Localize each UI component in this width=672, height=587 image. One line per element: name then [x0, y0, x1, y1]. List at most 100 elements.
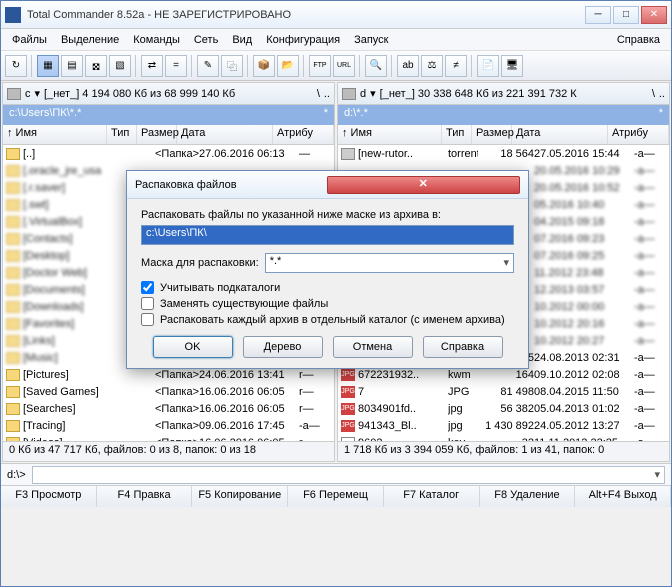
dialog-chk-overwrite[interactable]: Заменять существующие файлы — [141, 297, 514, 310]
col-ext[interactable]: Тип — [107, 125, 137, 144]
col-size[interactable]: Размер — [472, 125, 512, 144]
search-icon[interactable]: 🔍 — [365, 55, 387, 77]
col-name[interactable]: ↑ Имя — [338, 125, 442, 144]
notepad-icon[interactable]: 📄 — [477, 55, 499, 77]
file-row[interactable]: JPG7JPG81 49808.04.2015 11:50-a— — [338, 383, 669, 400]
col-name[interactable]: ↑ Имя — [3, 125, 107, 144]
diff-icon[interactable]: ≠ — [445, 55, 467, 77]
dialog-tree-button[interactable]: Дерево — [243, 336, 323, 358]
menu-commands[interactable]: Команды — [126, 32, 187, 48]
folder-icon — [6, 386, 20, 398]
multirename-icon[interactable]: ab — [397, 55, 419, 77]
close-button[interactable]: ✕ — [641, 6, 667, 24]
menu-launch[interactable]: Запуск — [347, 32, 395, 48]
right-path-right: * — [659, 107, 663, 123]
root-button[interactable]: \ — [652, 88, 655, 100]
cmd-input[interactable] — [32, 466, 665, 484]
file-row[interactable]: JPG8034901fd..jpg56 38205.04.2013 01:02-… — [338, 400, 669, 417]
window-title: Total Commander 8.52a - НЕ ЗАРЕГИСТРИРОВ… — [27, 9, 583, 21]
menu-view[interactable]: Вид — [225, 32, 259, 48]
menu-net[interactable]: Сеть — [187, 32, 225, 48]
file-row[interactable]: 9602key3211.11.2012 22:25-a— — [338, 434, 669, 441]
folder-icon — [6, 148, 20, 160]
view-full-icon[interactable]: ▤ — [61, 55, 83, 77]
dialog-help-button[interactable]: Справка — [423, 336, 503, 358]
view-thumb-icon[interactable]: ▧ — [109, 55, 131, 77]
copy-icon[interactable]: ⿻ — [221, 55, 243, 77]
file-row[interactable]: JPG941343_Bl..jpg1 430 89224.05.2012 13:… — [338, 417, 669, 434]
f8-delete[interactable]: F8 Удаление — [480, 486, 576, 507]
up-button[interactable]: .. — [324, 88, 330, 100]
left-status: 0 Кб из 47 717 Кб, файлов: 0 из 8, папок… — [3, 441, 334, 461]
root-button[interactable]: \ — [317, 88, 320, 100]
col-ext[interactable]: Тип — [442, 125, 472, 144]
left-drivebar[interactable]: c▾ [_нет_] 4 194 080 Кб из 68 999 140 Кб… — [3, 83, 334, 105]
file-row[interactable]: [Saved Games]<Папка>16.06.2016 06:05r— — [3, 383, 334, 400]
file-row[interactable]: [Tracing]<Папка>09.06.2016 17:45-a— — [3, 417, 334, 434]
equal-panels-icon[interactable]: = — [165, 55, 187, 77]
dialog-close-button[interactable]: ✕ — [327, 176, 521, 194]
f5-copy[interactable]: F5 Копирование — [192, 486, 288, 507]
menu-files[interactable]: Файлы — [5, 32, 54, 48]
col-attr[interactable]: Атрибу — [608, 125, 669, 144]
folder-icon — [6, 369, 20, 381]
folder-icon — [6, 420, 20, 432]
left-column-header[interactable]: ↑ Имя Тип Размер Дата Атрибу — [3, 125, 334, 145]
menu-selection[interactable]: Выделение — [54, 32, 126, 48]
up-button[interactable]: .. — [659, 88, 665, 100]
col-size[interactable]: Размер — [137, 125, 177, 144]
sync-icon[interactable]: ⚖ — [421, 55, 443, 77]
pack-icon[interactable]: 📦 — [253, 55, 275, 77]
app-icon — [5, 7, 21, 23]
dialog-mask-combo[interactable]: *.* — [265, 253, 514, 273]
maximize-button[interactable]: □ — [613, 6, 639, 24]
menu-config[interactable]: Конфигурация — [259, 32, 347, 48]
refresh-icon[interactable]: ↻ — [5, 55, 27, 77]
dialog-titlebar[interactable]: Распаковка файлов ✕ — [127, 171, 528, 199]
right-pathbar[interactable]: d:\*.* * — [338, 105, 669, 125]
file-row[interactable]: [Videos]<Папка>16.06.2016 06:05r— — [3, 434, 334, 441]
f7-mkdir[interactable]: F7 Каталог — [384, 486, 480, 507]
left-drive-letter[interactable]: c — [25, 88, 31, 100]
file-row[interactable]: [..]<Папка>27.06.2016 06:13— — [3, 145, 334, 162]
url-icon[interactable]: URL — [333, 55, 355, 77]
control-panel-icon[interactable]: 🖥 — [501, 55, 523, 77]
jpg-icon: JPG — [341, 420, 355, 432]
minimize-button[interactable]: ─ — [585, 6, 611, 24]
col-attr[interactable]: Атрибу — [273, 125, 334, 144]
unpack-icon[interactable]: 📂 — [277, 55, 299, 77]
titlebar: Total Commander 8.52a - НЕ ЗАРЕГИСТРИРОВ… — [1, 1, 671, 29]
view-tree-icon[interactable]: 𖣯 — [85, 55, 107, 77]
left-pathbar[interactable]: c:\Users\ПК\*.* * — [3, 105, 334, 125]
right-drive-letter[interactable]: d — [360, 88, 366, 100]
dialog-chk-subdirs[interactable]: Учитывать подкаталоги — [141, 281, 514, 294]
f6-move[interactable]: F6 Перемещ — [288, 486, 384, 507]
f3-view[interactable]: F3 Просмотр — [1, 486, 97, 507]
menubar: Файлы Выделение Команды Сеть Вид Конфигу… — [1, 29, 671, 51]
f4-edit[interactable]: F4 Правка — [97, 486, 193, 507]
folder-icon — [6, 335, 20, 347]
col-date[interactable]: Дата — [177, 125, 273, 144]
ftp-icon[interactable]: FTP — [309, 55, 331, 77]
dialog-ok-button[interactable]: OK — [153, 336, 233, 358]
dialog-chk-separate[interactable]: Распаковать каждый архив в отдельный кат… — [141, 313, 514, 326]
altf4-exit[interactable]: Alt+F4 Выход — [575, 486, 671, 507]
swap-panels-icon[interactable]: ⇄ — [141, 55, 163, 77]
folder-icon — [6, 318, 20, 330]
right-path: d:\*.* — [344, 107, 368, 123]
view-brief-icon[interactable]: ▦ — [37, 55, 59, 77]
command-line[interactable]: d:\> — [1, 463, 671, 485]
col-date[interactable]: Дата — [512, 125, 608, 144]
folder-icon — [6, 284, 20, 296]
right-column-header[interactable]: ↑ Имя Тип Размер Дата Атрибу — [338, 125, 669, 145]
menu-help[interactable]: Справка — [610, 32, 667, 48]
folder-icon — [6, 182, 20, 194]
dialog-cancel-button[interactable]: Отмена — [333, 336, 413, 358]
file-row[interactable]: [Searches]<Папка>16.06.2016 06:05r— — [3, 400, 334, 417]
edit-icon[interactable]: ✎ — [197, 55, 219, 77]
dialog-path-input[interactable]: c:\Users\ПК\ — [141, 225, 514, 245]
right-drivebar[interactable]: d▾ [_нет_] 30 338 648 Кб из 221 391 732 … — [338, 83, 669, 105]
file-row[interactable]: [new-rutor..torrent18 56427.05.2016 15:4… — [338, 145, 669, 162]
right-status: 1 718 Кб из 3 394 059 Кб, файлов: 1 из 4… — [338, 441, 669, 461]
thumb-icon — [341, 148, 355, 160]
